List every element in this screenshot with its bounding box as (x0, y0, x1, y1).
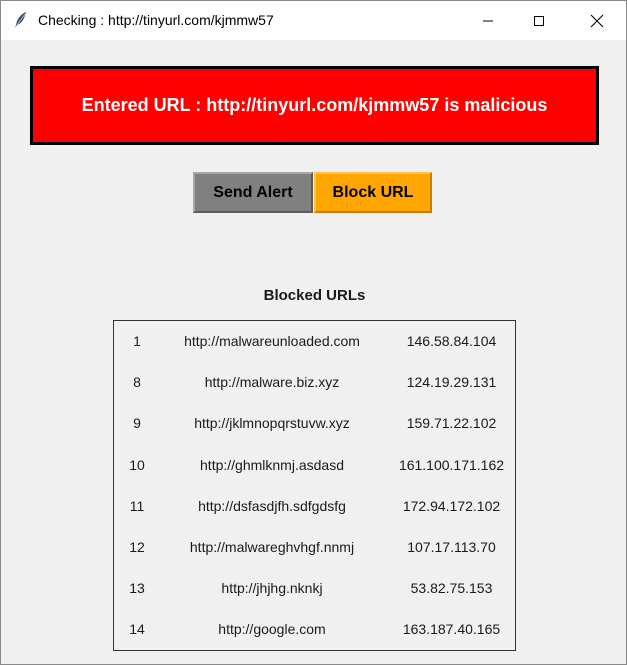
table-row[interactable]: 11 http://dsfasdjfh.sdfgdsfg 172.94.172.10… (114, 498, 515, 518)
row-id: 8 (133, 374, 141, 391)
blocked-urls-table[interactable]: 1 http://malwareunloaded.com 146.58.84.104… (113, 320, 516, 651)
minimize-button[interactable] (465, 1, 511, 40)
table-row[interactable]: 8 http://malware.biz.xyz 124.19.29.131 (114, 374, 515, 394)
app-window: Checking : http://tinyurl.com/kjmmw57 En… (0, 0, 627, 665)
malicious-url-banner: Entered URL : http://tinyurl.com/kjmmw57… (30, 66, 599, 145)
minimize-icon (483, 20, 493, 21)
row-url: http://jhjhg.nknkj (221, 580, 323, 597)
row-ip: 161.100.171.162 (398, 456, 505, 473)
table-row[interactable]: 12 http://malwareghvhgf.nnmj 107.17.113.70 (114, 539, 515, 559)
maximize-icon (534, 15, 544, 26)
row-url: http://jklmnopqrstuvw.xyz (194, 415, 350, 432)
row-url: http://dsfasdjfh.sdfgdsfg (198, 497, 346, 514)
row-ip: 53.82.75.153 (410, 580, 493, 597)
table-row[interactable]: 14 http://google.com 163.187.40.165 (114, 621, 515, 641)
window-title: Checking : http://tinyurl.com/kjmmw57 (38, 12, 274, 28)
row-id: 9 (133, 415, 141, 432)
row-ip: 124.19.29.131 (406, 374, 497, 391)
maximize-button[interactable] (516, 1, 562, 40)
feather-icon (13, 11, 29, 29)
table-row[interactable]: 1 http://malwareunloaded.com 146.58.84.104 (114, 333, 515, 353)
row-url: http://malwareghvhgf.nnmj (189, 539, 355, 555)
title-bar[interactable]: Checking : http://tinyurl.com/kjmmw57 (1, 1, 626, 40)
row-id: 12 (129, 539, 145, 555)
block-url-button[interactable]: Block URL (314, 172, 432, 213)
table-row[interactable]: 13 http://jhjhg.nknkj 53.82.75.153 (114, 580, 515, 600)
banner-text: Entered URL : http://tinyurl.com/kjmmw57… (81, 95, 548, 115)
send-alert-button[interactable]: Send Alert (193, 172, 313, 213)
row-id: 14 (129, 621, 145, 638)
close-icon (590, 14, 604, 27)
row-url: http://ghmlknmj.asdasd (200, 456, 344, 473)
table-row[interactable]: 9 http://jklmnopqrstuvw.xyz 159.71.22.102 (114, 415, 515, 435)
row-ip: 146.58.84.104 (406, 333, 497, 349)
blocked-urls-heading: Blocked URLs (263, 287, 366, 304)
row-url: http://malwareunloaded.com (184, 333, 360, 349)
row-id: 13 (129, 580, 145, 597)
row-ip: 107.17.113.70 (407, 539, 496, 555)
close-button[interactable] (574, 1, 620, 40)
row-id: 11 (129, 497, 145, 514)
table-row[interactable]: 10 http://ghmlknmj.asdasd 161.100.171.162 (114, 457, 515, 477)
row-url: http://google.com (218, 621, 326, 638)
row-ip: 172.94.172.102 (402, 497, 501, 514)
row-ip: 159.71.22.102 (406, 415, 497, 432)
row-id: 1 (133, 333, 141, 349)
row-id: 10 (129, 456, 145, 473)
row-ip: 163.187.40.165 (402, 621, 501, 638)
row-url: http://malware.biz.xyz (204, 374, 340, 391)
